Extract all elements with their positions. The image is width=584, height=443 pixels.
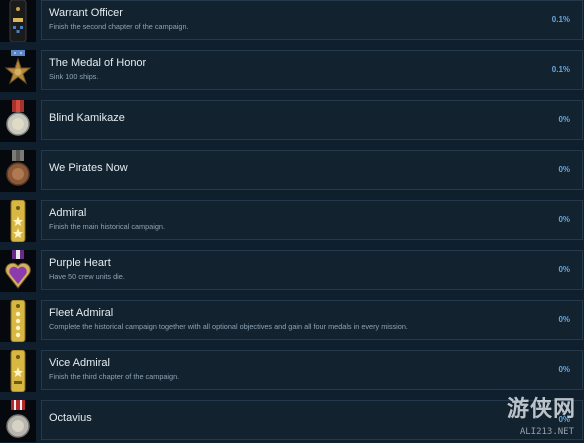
achievement-description: Complete the historical campaign togethe… [49,322,408,331]
achievement-title: Vice Admiral [49,357,110,369]
achievement-percent: 0% [558,115,570,124]
achievement-row[interactable]: Admiral Finish the main historical campa… [0,200,584,242]
achievement-card: Fleet Admiral Complete the historical ca… [41,300,583,340]
achievement-percent: 0% [558,165,570,174]
achievement-description: Sink 100 ships. [49,72,99,81]
achievement-row[interactable]: Purple Heart Have 50 crew units die. 0% [0,250,584,292]
achievement-description: Finish the second chapter of the campaig… [49,22,189,31]
achievement-title: Blind Kamikaze [49,112,125,124]
achievement-percent: 0% [558,315,570,324]
achievement-row[interactable]: The Medal of Honor Sink 100 ships. 0.1% [0,50,584,92]
achievement-card: Warrant Officer Finish the second chapte… [41,0,583,40]
achievement-title: Fleet Admiral [49,307,114,319]
achievement-title: We Pirates Now [49,162,128,174]
achievement-description: Have 50 crew units die. [49,272,125,281]
achievement-percent: 0.1% [551,15,570,24]
achievement-card: Octavius 0% [41,400,583,440]
achievement-row[interactable]: Vice Admiral Finish the third chapter of… [0,350,584,392]
warrant-officer-shoulder-board-icon [0,0,36,42]
achievement-row[interactable]: Octavius 0% [0,400,584,442]
purple-heart-medal-icon [0,250,36,292]
achievement-title: The Medal of Honor [49,57,147,69]
achievement-percent: 0.1% [551,65,570,74]
fleet-admiral-shoulder-board-icon [0,300,36,342]
achievement-title: Octavius [49,412,92,424]
achievement-percent: 0% [558,365,570,374]
ribbon-medal-icon [0,400,36,442]
vice-admiral-shoulder-board-icon [0,350,36,392]
admiral-shoulder-board-icon [0,200,36,242]
achievement-row[interactable]: Warrant Officer Finish the second chapte… [0,0,584,42]
achievement-card: Blind Kamikaze 0% [41,100,583,140]
achievement-card: Vice Admiral Finish the third chapter of… [41,350,583,390]
achievement-card: Admiral Finish the main historical campa… [41,200,583,240]
achievement-row[interactable]: Fleet Admiral Complete the historical ca… [0,300,584,342]
bronze-medal-icon [0,150,36,192]
achievement-title: Purple Heart [49,257,111,269]
achievement-row[interactable]: We Pirates Now 0% [0,150,584,192]
silver-medal-icon [0,100,36,142]
achievement-title: Admiral [49,207,87,219]
achievement-row[interactable]: Blind Kamikaze 0% [0,100,584,142]
achievement-card: The Medal of Honor Sink 100 ships. 0.1% [41,50,583,90]
medal-of-honor-star-icon [0,50,36,92]
site-watermark-url: ALI213.NET [519,427,574,437]
achievement-list: Warrant Officer Finish the second chapte… [0,0,584,443]
achievement-description: Finish the main historical campaign. [49,222,165,231]
achievement-percent: 0% [558,265,570,274]
achievement-description: Finish the third chapter of the campaign… [49,372,180,381]
site-watermark: 游侠网 [506,397,576,422]
achievement-title: Warrant Officer [49,7,123,19]
achievement-percent: 0% [558,215,570,224]
achievement-card: We Pirates Now 0% [41,150,583,190]
achievement-card: Purple Heart Have 50 crew units die. 0% [41,250,583,290]
